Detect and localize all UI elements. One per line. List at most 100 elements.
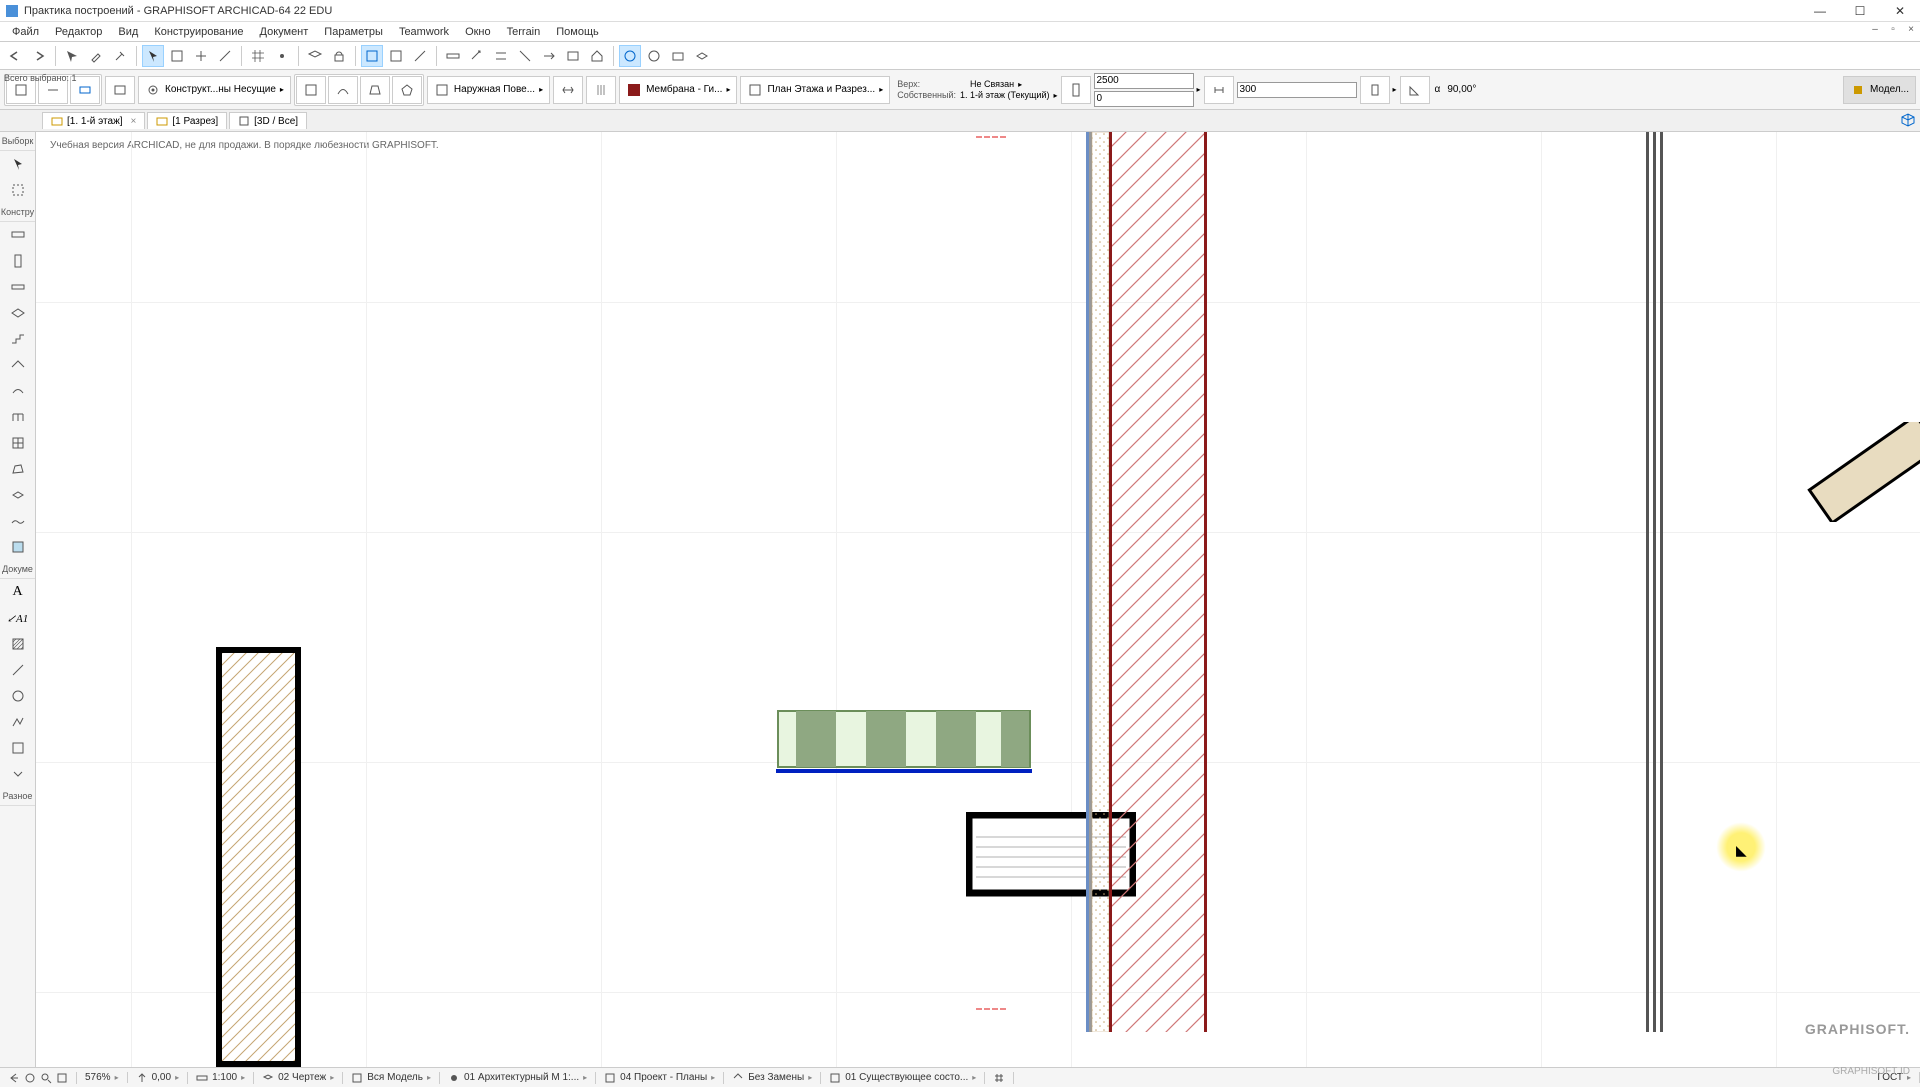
tab-3d[interactable]: [3D / Все] xyxy=(229,112,307,129)
trim-button[interactable] xyxy=(190,45,212,67)
beam-tool[interactable] xyxy=(4,275,32,299)
menu-design[interactable]: Конструирование xyxy=(146,24,251,40)
grid-snap-button[interactable] xyxy=(247,45,269,67)
circle-tool[interactable] xyxy=(4,684,32,708)
elevation[interactable]: 0,00▸ xyxy=(128,1072,188,1084)
pick-button[interactable] xyxy=(61,45,83,67)
drawing-canvas[interactable]: Учебная версия ARCHICAD, не для продажи.… xyxy=(36,132,1920,1067)
split-button[interactable] xyxy=(214,45,236,67)
measure-button[interactable] xyxy=(466,45,488,67)
grid-toggle[interactable] xyxy=(985,1072,1014,1084)
close-button[interactable]: ✕ xyxy=(1880,0,1920,22)
standard-label[interactable]: ГОСТ▸ xyxy=(1014,1072,1920,1083)
doc-restore[interactable]: ▫ xyxy=(1884,24,1902,40)
suspend-groups-button[interactable] xyxy=(166,45,188,67)
menu-edit[interactable]: Редактор xyxy=(47,24,110,40)
more-tool[interactable] xyxy=(4,762,32,786)
refline-button[interactable] xyxy=(586,76,616,104)
geo-polygon[interactable] xyxy=(392,76,422,104)
doc-minimize[interactable]: – xyxy=(1866,24,1884,40)
layer-combo[interactable]: 02 Чертеж▸ xyxy=(254,1072,343,1084)
zone-tool[interactable] xyxy=(4,535,32,559)
rect-button[interactable] xyxy=(562,45,584,67)
zoom-value[interactable]: 576%▸ xyxy=(77,1072,128,1083)
scale[interactable]: 1:100▸ xyxy=(188,1072,254,1084)
model-properties-button[interactable]: Модел... xyxy=(1843,76,1916,104)
guideline2-button[interactable] xyxy=(514,45,536,67)
menu-help[interactable]: Помощь xyxy=(548,24,607,40)
guideline-button[interactable] xyxy=(271,45,293,67)
height-top-input[interactable] xyxy=(1094,73,1194,89)
show-button-2[interactable] xyxy=(385,45,407,67)
menu-terrain[interactable]: Terrain xyxy=(499,24,549,40)
tab-close-1[interactable]: × xyxy=(131,116,137,127)
roof-tool[interactable] xyxy=(4,353,32,377)
line-tool[interactable] xyxy=(4,658,32,682)
tab-floorplan[interactable]: [1. 1-й этаж] × xyxy=(42,112,145,129)
stair-tool[interactable] xyxy=(4,327,32,351)
model-filter[interactable]: Вся Модель▸ xyxy=(343,1072,440,1084)
flip-button[interactable] xyxy=(553,76,583,104)
status-filter[interactable]: 01 Существующее состо...▸ xyxy=(821,1072,985,1084)
undo-button[interactable] xyxy=(4,45,26,67)
railing-tool[interactable] xyxy=(4,405,32,429)
arrow-button[interactable] xyxy=(142,45,164,67)
nav-buttons[interactable] xyxy=(0,1072,77,1084)
link-own-arrow[interactable]: ▸ xyxy=(1053,91,1057,100)
eyedropper-button[interactable] xyxy=(85,45,107,67)
plan-dropdown[interactable]: План Этажа и Разрез... ▸ xyxy=(740,76,890,104)
show-button-1[interactable] xyxy=(361,45,383,67)
morph-tool[interactable] xyxy=(4,457,32,481)
render-button[interactable] xyxy=(643,45,665,67)
inject-button[interactable] xyxy=(109,45,131,67)
fill-tool[interactable] xyxy=(4,632,32,656)
column-tool[interactable] xyxy=(4,249,32,273)
composite-wall[interactable] xyxy=(1086,132,1221,1032)
redo-button[interactable] xyxy=(28,45,50,67)
shell-tool[interactable] xyxy=(4,379,32,403)
wall-right[interactable] xyxy=(1646,132,1666,1032)
geo-trapezoid[interactable] xyxy=(360,76,390,104)
object-tool[interactable] xyxy=(4,483,32,507)
doc-close[interactable]: × xyxy=(1902,24,1920,40)
link-top-arrow[interactable]: ▸ xyxy=(1018,80,1022,89)
wall-tool[interactable] xyxy=(4,223,32,247)
polyline-tool[interactable] xyxy=(4,710,32,734)
slab-tool[interactable] xyxy=(4,301,32,325)
home-button[interactable] xyxy=(586,45,608,67)
arrow-tool[interactable] xyxy=(4,152,32,176)
tab-section[interactable]: [1 Разрез] xyxy=(147,112,227,129)
menu-window[interactable]: Окно xyxy=(457,24,499,40)
height-arrow[interactable]: ▸ xyxy=(1197,85,1201,94)
geo-straight[interactable] xyxy=(296,76,326,104)
3d-perspective-icon[interactable] xyxy=(1900,111,1916,127)
pen-set[interactable]: 01 Архитектурный М 1:...▸ xyxy=(440,1072,596,1084)
mesh-tool[interactable] xyxy=(4,509,32,533)
wall-segment-1[interactable] xyxy=(776,707,1036,787)
height-bottom-input[interactable] xyxy=(1094,91,1194,107)
lock-button[interactable] xyxy=(328,45,350,67)
curtain-wall-tool[interactable] xyxy=(4,431,32,455)
ruler-button[interactable] xyxy=(442,45,464,67)
menu-view[interactable]: Вид xyxy=(110,24,146,40)
marquee-tool[interactable] xyxy=(4,178,32,202)
text-tool[interactable]: A xyxy=(4,580,32,604)
menu-options[interactable]: Параметры xyxy=(316,24,391,40)
project-view[interactable]: 04 Проект - Планы▸ xyxy=(596,1072,724,1084)
reference-button[interactable] xyxy=(105,76,135,104)
distribute-button[interactable] xyxy=(490,45,512,67)
column-element[interactable] xyxy=(216,647,301,1067)
model-button[interactable] xyxy=(691,45,713,67)
graphisoft-id[interactable]: GRAPHISOFT ID xyxy=(1832,1066,1910,1077)
minimize-button[interactable]: — xyxy=(1800,0,1840,22)
menu-file[interactable]: Файл xyxy=(4,24,47,40)
extend-button[interactable] xyxy=(538,45,560,67)
membrane-dropdown[interactable]: Мембрана - Ги... ▸ xyxy=(619,76,737,104)
layer-button[interactable] xyxy=(304,45,326,67)
label-tool[interactable]: ↙A1 xyxy=(4,606,32,630)
profile-dropdown[interactable]: Наружная Пове... ▸ xyxy=(427,76,550,104)
drawing-tool[interactable] xyxy=(4,736,32,760)
maximize-button[interactable]: ☐ xyxy=(1840,0,1880,22)
energy-button[interactable] xyxy=(619,45,641,67)
geo-curved[interactable] xyxy=(328,76,358,104)
